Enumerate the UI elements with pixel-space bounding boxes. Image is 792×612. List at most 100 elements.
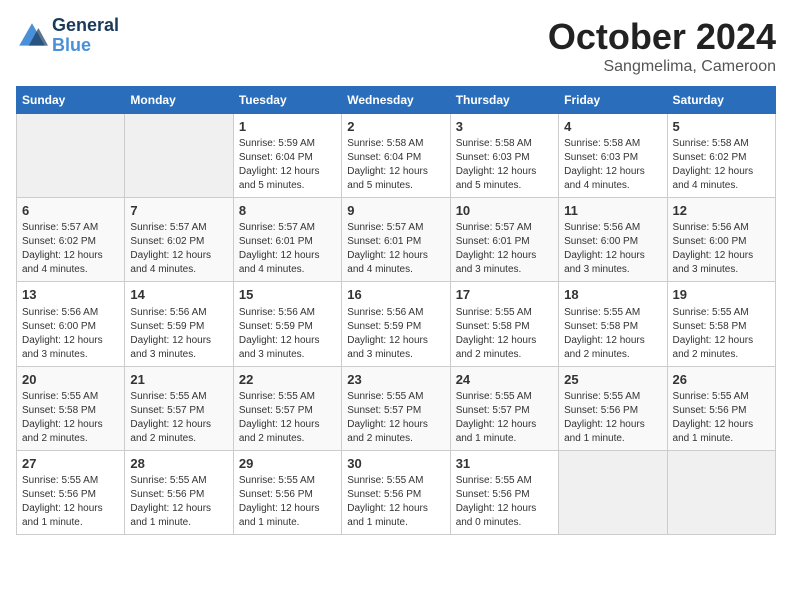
day-info: Sunrise: 5:55 AM Sunset: 5:56 PM Dayligh… [673,390,770,446]
day-info: Sunrise: 5:58 AM Sunset: 6:02 PM Dayligh… [673,137,770,193]
calendar-cell: 9Sunrise: 5:57 AM Sunset: 6:01 PM Daylig… [342,198,450,282]
day-info: Sunrise: 5:55 AM Sunset: 5:56 PM Dayligh… [347,474,444,530]
day-header-friday: Friday [559,87,667,114]
day-number: 19 [673,286,770,304]
calendar-cell: 29Sunrise: 5:55 AM Sunset: 5:56 PM Dayli… [233,450,341,534]
day-info: Sunrise: 5:56 AM Sunset: 6:00 PM Dayligh… [564,221,661,277]
day-number: 4 [564,118,661,136]
calendar-table: SundayMondayTuesdayWednesdayThursdayFrid… [16,86,776,535]
day-info: Sunrise: 5:57 AM Sunset: 6:02 PM Dayligh… [22,221,119,277]
day-number: 26 [673,371,770,389]
day-number: 24 [456,371,553,389]
day-number: 27 [22,455,119,473]
day-info: Sunrise: 5:56 AM Sunset: 6:00 PM Dayligh… [673,221,770,277]
day-number: 29 [239,455,336,473]
calendar-cell: 17 Sunrise: 5:55 AM Sunset: 5:58 PM Dayli… [450,282,558,366]
day-header-sunday: Sunday [17,87,125,114]
day-info: Sunrise: 5:57 AM Sunset: 6:01 PM Dayligh… [239,221,336,277]
calendar-week-row: 1Sunrise: 5:59 AM Sunset: 6:04 PM Daylig… [17,114,776,198]
day-header-thursday: Thursday [450,87,558,114]
calendar-cell: 28Sunrise: 5:55 AM Sunset: 5:56 PM Dayli… [125,450,233,534]
day-number: 20 [22,371,119,389]
day-info: Sunrise: 5:56 AM Sunset: 6:00 PM Dayligh… [22,306,119,362]
day-header-wednesday: Wednesday [342,87,450,114]
calendar-cell: 21Sunrise: 5:55 AM Sunset: 5:57 PM Dayli… [125,366,233,450]
calendar-cell: 30Sunrise: 5:55 AM Sunset: 5:56 PM Dayli… [342,450,450,534]
day-info: Sunrise: 5:55 AM Sunset: 5:56 PM Dayligh… [564,390,661,446]
calendar-cell: 8Sunrise: 5:57 AM Sunset: 6:01 PM Daylig… [233,198,341,282]
day-info: Sunrise: 5:56 AM Sunset: 5:59 PM Dayligh… [239,306,336,362]
day-info: Sunrise: 5:57 AM Sunset: 6:01 PM Dayligh… [456,221,553,277]
location-subtitle: Sangmelima, Cameroon [548,58,776,76]
day-number: 17 [456,286,553,304]
calendar-cell [17,114,125,198]
day-number: 15 [239,286,336,304]
calendar-cell: 14Sunrise: 5:56 AM Sunset: 5:59 PM Dayli… [125,282,233,366]
calendar-week-row: 13 Sunrise: 5:56 AM Sunset: 6:00 PM Dayli… [17,282,776,366]
day-number: 30 [347,455,444,473]
day-number: 2 [347,118,444,136]
month-title: October 2024 [548,16,776,58]
day-header-saturday: Saturday [667,87,775,114]
day-number: 3 [456,118,553,136]
day-number: 18 [564,286,661,304]
day-info: Sunrise: 5:55 AM Sunset: 5:58 PM Dayligh… [456,306,553,362]
calendar-cell: 3Sunrise: 5:58 AM Sunset: 6:03 PM Daylig… [450,114,558,198]
calendar-cell: 15 Sunrise: 5:56 AM Sunset: 5:59 PM Dayli… [233,282,341,366]
logo-icon [16,20,48,52]
day-info: Sunrise: 5:57 AM Sunset: 6:01 PM Dayligh… [347,221,444,277]
day-info: Sunrise: 5:55 AM Sunset: 5:56 PM Dayligh… [456,474,553,530]
header: General Blue October 2024 Sangmelima, Ca… [16,16,776,76]
day-header-tuesday: Tuesday [233,87,341,114]
calendar-cell: 19 Sunrise: 5:55 AM Sunset: 5:58 PM Dayli… [667,282,775,366]
calendar-cell: 4Sunrise: 5:58 AM Sunset: 6:03 PM Daylig… [559,114,667,198]
calendar-cell: 18Sunrise: 5:55 AM Sunset: 5:58 PM Dayli… [559,282,667,366]
day-info: Sunrise: 5:58 AM Sunset: 6:03 PM Dayligh… [564,137,661,193]
day-number: 1 [239,118,336,136]
calendar-cell: 22Sunrise: 5:55 AM Sunset: 5:57 PM Dayli… [233,366,341,450]
day-number: 21 [130,371,227,389]
calendar-cell: 6Sunrise: 5:57 AM Sunset: 6:02 PM Daylig… [17,198,125,282]
calendar-cell: 27Sunrise: 5:55 AM Sunset: 5:56 PM Dayli… [17,450,125,534]
day-info: Sunrise: 5:55 AM Sunset: 5:57 PM Dayligh… [130,390,227,446]
day-info: Sunrise: 5:55 AM Sunset: 5:57 PM Dayligh… [239,390,336,446]
calendar-cell [559,450,667,534]
day-info: Sunrise: 5:55 AM Sunset: 5:58 PM Dayligh… [673,306,770,362]
day-info: Sunrise: 5:59 AM Sunset: 6:04 PM Dayligh… [239,137,336,193]
calendar-header-row: SundayMondayTuesdayWednesdayThursdayFrid… [17,87,776,114]
calendar-cell: 16Sunrise: 5:56 AM Sunset: 5:59 PM Dayli… [342,282,450,366]
day-info: Sunrise: 5:55 AM Sunset: 5:57 PM Dayligh… [456,390,553,446]
day-info: Sunrise: 5:58 AM Sunset: 6:04 PM Dayligh… [347,137,444,193]
logo-text: General Blue [52,16,119,56]
logo: General Blue [16,16,119,56]
calendar-cell: 20Sunrise: 5:55 AM Sunset: 5:58 PM Dayli… [17,366,125,450]
calendar-cell: 11Sunrise: 5:56 AM Sunset: 6:00 PM Dayli… [559,198,667,282]
calendar-cell: 25Sunrise: 5:55 AM Sunset: 5:56 PM Dayli… [559,366,667,450]
calendar-body: 1Sunrise: 5:59 AM Sunset: 6:04 PM Daylig… [17,114,776,535]
day-number: 22 [239,371,336,389]
calendar-cell: 13 Sunrise: 5:56 AM Sunset: 6:00 PM Dayli… [17,282,125,366]
day-number: 13 [22,286,119,304]
day-info: Sunrise: 5:55 AM Sunset: 5:56 PM Dayligh… [239,474,336,530]
calendar-week-row: 20Sunrise: 5:55 AM Sunset: 5:58 PM Dayli… [17,366,776,450]
calendar-week-row: 6Sunrise: 5:57 AM Sunset: 6:02 PM Daylig… [17,198,776,282]
calendar-cell: 12Sunrise: 5:56 AM Sunset: 6:00 PM Dayli… [667,198,775,282]
calendar-cell: 5Sunrise: 5:58 AM Sunset: 6:02 PM Daylig… [667,114,775,198]
calendar-cell [667,450,775,534]
day-number: 16 [347,286,444,304]
day-number: 6 [22,202,119,220]
calendar-cell: 31Sunrise: 5:55 AM Sunset: 5:56 PM Dayli… [450,450,558,534]
day-info: Sunrise: 5:55 AM Sunset: 5:56 PM Dayligh… [130,474,227,530]
day-info: Sunrise: 5:55 AM Sunset: 5:57 PM Dayligh… [347,390,444,446]
day-header-monday: Monday [125,87,233,114]
day-number: 31 [456,455,553,473]
day-number: 23 [347,371,444,389]
title-area: October 2024 Sangmelima, Cameroon [548,16,776,76]
calendar-cell: 24Sunrise: 5:55 AM Sunset: 5:57 PM Dayli… [450,366,558,450]
calendar-cell: 10Sunrise: 5:57 AM Sunset: 6:01 PM Dayli… [450,198,558,282]
day-info: Sunrise: 5:55 AM Sunset: 5:58 PM Dayligh… [22,390,119,446]
calendar-cell: 2Sunrise: 5:58 AM Sunset: 6:04 PM Daylig… [342,114,450,198]
day-number: 5 [673,118,770,136]
day-number: 8 [239,202,336,220]
day-info: Sunrise: 5:58 AM Sunset: 6:03 PM Dayligh… [456,137,553,193]
